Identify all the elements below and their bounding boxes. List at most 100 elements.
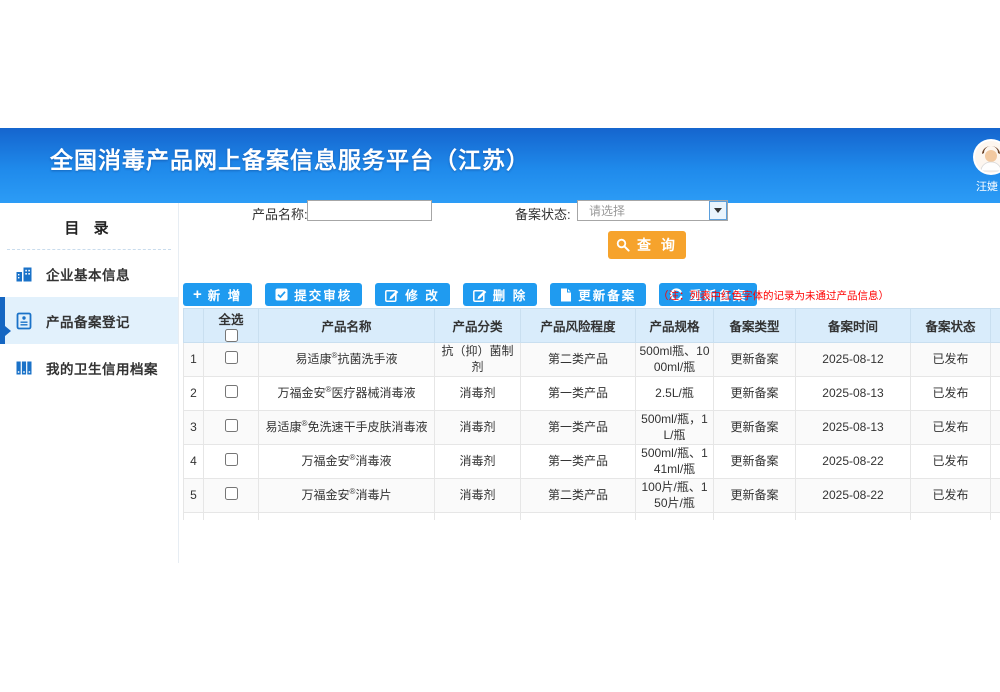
extra-cell bbox=[991, 411, 1000, 445]
col-header-name: 产品名称 bbox=[259, 309, 435, 343]
row-number: 3 bbox=[184, 411, 204, 445]
row-checkbox[interactable] bbox=[225, 351, 238, 364]
row-select-cell bbox=[204, 411, 259, 445]
product-name-text: 万福金安 bbox=[302, 488, 350, 502]
product-name-text: 免洗速干手皮肤消毒液 bbox=[307, 420, 427, 434]
extra-cell bbox=[991, 445, 1000, 479]
records-table: 全选 产品名称 产品分类 产品风险程度 产品规格 备案类型 备案时间 备案状态 … bbox=[183, 308, 1000, 520]
delete-button-label: 删 除 bbox=[493, 285, 527, 304]
sidebar-item-product-registration[interactable]: 产品备案登记 bbox=[0, 297, 178, 344]
edit-icon bbox=[385, 288, 399, 302]
category-cell: 消毒剂 bbox=[435, 445, 521, 479]
table-row: 4 万福金安®消毒液 消毒剂 第一类产品 500ml/瓶、141ml/瓶 更新备… bbox=[184, 445, 1000, 479]
product-name-text: 消毒液 bbox=[355, 454, 391, 468]
risk-cell: 第二类产品 bbox=[521, 479, 636, 513]
status-cell: 已发布 bbox=[911, 343, 991, 377]
status-cell: 已发布 bbox=[911, 411, 991, 445]
checkbox-checked-icon bbox=[275, 288, 288, 301]
row-number: 5 bbox=[184, 479, 204, 513]
category-cell: 抗（抑）菌制剂 bbox=[435, 343, 521, 377]
date-cell: 2025-08-12 bbox=[796, 343, 911, 377]
status-select-value: 请选择 bbox=[578, 202, 709, 219]
type-cell: 更新备案 bbox=[714, 377, 796, 411]
date-cell: 2025-08-22 bbox=[796, 479, 911, 513]
extra-cell bbox=[991, 377, 1000, 411]
product-name-text: 易适康 bbox=[266, 420, 302, 434]
sidebar-item-company-info[interactable]: 企业基本信息 bbox=[0, 250, 178, 297]
archive-icon bbox=[15, 359, 33, 377]
type-cell: 更新备案 bbox=[714, 445, 796, 479]
risk-cell: 第一类产品 bbox=[521, 445, 636, 479]
table-row: 5 万福金安®消毒片 消毒剂 第二类产品 100片/瓶、150片/瓶 更新备案 … bbox=[184, 479, 1000, 513]
date-cell: 2025-08-13 bbox=[796, 377, 911, 411]
modify-button[interactable]: 修 改 bbox=[375, 283, 449, 306]
sidebar-item-credit-archive[interactable]: 我的卫生信用档案 bbox=[0, 344, 178, 391]
row-checkbox[interactable] bbox=[225, 419, 238, 432]
product-name-cell: 万福金安®消毒液 bbox=[259, 445, 435, 479]
type-cell: 更新备案 bbox=[714, 479, 796, 513]
type-cell: 更新备案 bbox=[714, 343, 796, 377]
query-button[interactable]: 查 询 bbox=[608, 231, 686, 259]
plus-icon: + bbox=[193, 286, 202, 303]
product-name-text: 易适康 bbox=[296, 352, 332, 366]
modify-button-label: 修 改 bbox=[405, 285, 439, 304]
add-button-label: 新 增 bbox=[208, 285, 242, 304]
table-row: 2 万福金安®医疗器械消毒液 消毒剂 第一类产品 2.5L/瓶 更新备案 202… bbox=[184, 377, 1000, 411]
file-icon bbox=[560, 288, 572, 302]
update-record-label: 更新备案 bbox=[578, 285, 636, 304]
table-header-row: 全选 产品名称 产品分类 产品风险程度 产品规格 备案类型 备案时间 备案状态 bbox=[184, 309, 1000, 343]
sidebar-item-label: 我的卫生信用档案 bbox=[46, 358, 158, 378]
col-header-spec: 产品规格 bbox=[636, 309, 714, 343]
category-cell: 消毒剂 bbox=[435, 411, 521, 445]
sidebar: 目 录 企业基本信息 产品备案登记 bbox=[0, 203, 179, 563]
table-row: 3 易适康®免洗速干手皮肤消毒液 消毒剂 第一类产品 500ml/瓶，1L/瓶 … bbox=[184, 411, 1000, 445]
risk-cell: 第一类产品 bbox=[521, 411, 636, 445]
category-cell: 消毒剂 bbox=[435, 479, 521, 513]
product-name-text: 万福金安 bbox=[278, 386, 326, 400]
extra-cell bbox=[991, 479, 1000, 513]
row-select-cell bbox=[204, 479, 259, 513]
update-record-button[interactable]: 更新备案 bbox=[550, 283, 646, 306]
spec-cell: 500ml/瓶，1L/瓶 bbox=[636, 411, 714, 445]
spec-cell: 500ml瓶、1000ml/瓶 bbox=[636, 343, 714, 377]
chevron-down-icon[interactable] bbox=[709, 201, 727, 220]
status-cell: 已发布 bbox=[911, 445, 991, 479]
submit-review-label: 提交审核 bbox=[294, 285, 352, 304]
row-checkbox[interactable] bbox=[225, 385, 238, 398]
status-cell: 已发布 bbox=[911, 479, 991, 513]
product-name-cell: 万福金安®消毒片 bbox=[259, 479, 435, 513]
row-checkbox[interactable] bbox=[225, 453, 238, 466]
product-name-text: 抗菌洗手液 bbox=[337, 352, 397, 366]
status-label: 备案状态: bbox=[515, 204, 571, 223]
add-button[interactable]: + 新 增 bbox=[183, 283, 252, 306]
building-icon bbox=[15, 265, 33, 283]
product-name-label: 产品名称: bbox=[252, 204, 308, 223]
product-name-cell: 易适康®免洗速干手皮肤消毒液 bbox=[259, 411, 435, 445]
header-bar: 全国消毒产品网上备案信息服务平台（江苏） 汪婕 bbox=[0, 128, 1000, 203]
red-note-text: （注：列表中红色字体的记录为未通过产品信息） bbox=[658, 288, 889, 303]
user-name[interactable]: 汪婕 bbox=[976, 178, 998, 194]
col-header-extra bbox=[991, 309, 1000, 343]
col-header-category: 产品分类 bbox=[435, 309, 521, 343]
status-select[interactable]: 请选择 bbox=[577, 200, 728, 221]
person-icon bbox=[975, 141, 1000, 173]
sidebar-item-label: 企业基本信息 bbox=[46, 264, 130, 284]
type-cell: 更新备案 bbox=[714, 411, 796, 445]
status-cell: 已发布 bbox=[911, 377, 991, 411]
product-name-cell: 万福金安®医疗器械消毒液 bbox=[259, 377, 435, 411]
delete-button[interactable]: 删 除 bbox=[463, 283, 537, 306]
row-checkbox[interactable] bbox=[225, 487, 238, 500]
row-select-cell bbox=[204, 343, 259, 377]
spec-cell: 500ml/瓶、141ml/瓶 bbox=[636, 445, 714, 479]
col-header-risk: 产品风险程度 bbox=[521, 309, 636, 343]
submit-review-button[interactable]: 提交审核 bbox=[265, 283, 362, 306]
user-avatar[interactable] bbox=[973, 139, 1000, 175]
query-button-label: 查 询 bbox=[637, 235, 678, 255]
product-name-text: 医疗器械消毒液 bbox=[331, 386, 415, 400]
select-all-checkbox[interactable] bbox=[225, 329, 238, 342]
spec-cell: 2.5L/瓶 bbox=[636, 377, 714, 411]
category-cell: 消毒剂 bbox=[435, 377, 521, 411]
product-name-input[interactable] bbox=[307, 200, 432, 221]
extra-cell bbox=[991, 343, 1000, 377]
col-header-type: 备案类型 bbox=[714, 309, 796, 343]
